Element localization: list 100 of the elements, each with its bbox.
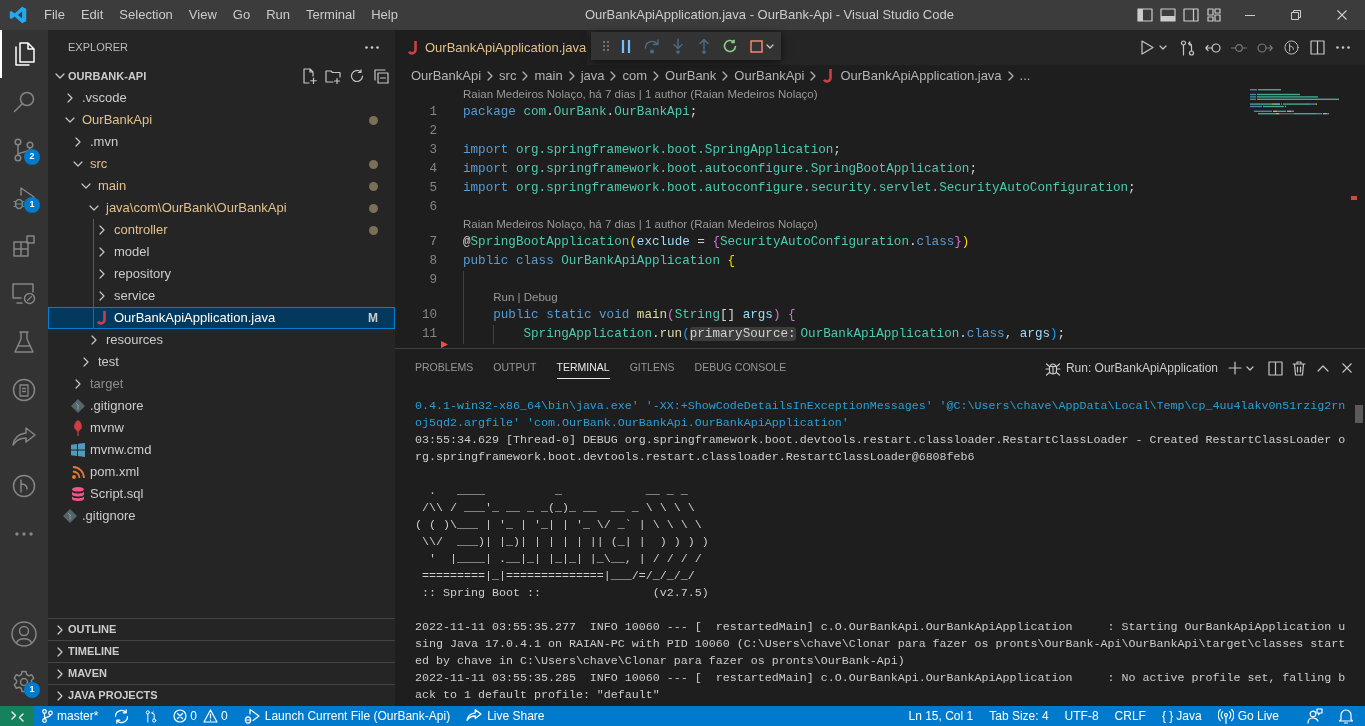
section-header[interactable]: MAVEN [48,662,395,684]
warning-icon[interactable] [203,709,219,723]
more-icon[interactable] [365,46,379,49]
folder-item[interactable]: .vscode [48,87,395,109]
drag-handle-icon[interactable] [603,41,609,51]
sync-icon[interactable] [114,708,130,724]
menu-item[interactable]: Go [224,0,259,30]
tree-item[interactable]: OurBankApiApplication.java M [48,307,395,329]
plus-icon[interactable] [1228,361,1242,375]
breadcrumb-item[interactable]: src [499,66,517,86]
pause-icon[interactable] [621,39,631,53]
breadcrumb-item[interactable]: OurBankApiApplication.java [822,66,1002,86]
live-share-button[interactable]: Live Share [458,706,553,726]
section-header[interactable]: OUTLINE [48,618,395,640]
breadcrumb-item[interactable]: OurBankApi [411,66,482,86]
secondary-sidebar-icon[interactable] [1182,8,1199,22]
minimize-icon[interactable] [1245,14,1255,16]
status-item[interactable]: Ln 15, Col 1 [900,706,982,726]
scrollbar-thumb[interactable] [1355,405,1363,423]
language-mode[interactable]: { } Java [1153,706,1210,726]
split-editor-icon[interactable] [1309,40,1325,55]
split-terminal-icon[interactable] [1267,360,1283,376]
stop-icon[interactable] [749,39,763,53]
editor-tab[interactable]: OurBankApiApplication.java [395,30,588,65]
new-file-icon[interactable] [301,68,317,84]
status-item[interactable]: UTF-8 [1056,706,1107,726]
section-header[interactable]: TIMELINE [48,640,395,662]
menu-item[interactable]: Edit [72,0,112,30]
breadcrumb-item[interactable]: ... [1019,66,1031,86]
caret-down-icon[interactable] [1246,365,1254,371]
menu-item[interactable]: Selection [111,0,181,30]
menu-item[interactable]: Help [363,0,406,30]
breadcrumb-item[interactable]: java [580,66,605,86]
restore-icon[interactable] [1291,10,1301,20]
terminal-selector[interactable]: Run: OurBankApiApplication [1044,359,1218,377]
tree-item[interactable]: pom.xml [48,461,395,483]
go-live-button[interactable]: Go Live [1209,706,1287,726]
collapse-all-icon[interactable] [373,68,389,84]
close-icon[interactable] [1342,363,1352,373]
primary-sidebar-icon[interactable] [1136,8,1153,22]
folder-item[interactable]: main [48,175,395,197]
branch-indicator[interactable]: master* [34,706,107,726]
folder-item[interactable]: OurBankApi [48,109,395,131]
breadcrumb-item[interactable]: main [534,66,563,86]
tree-item[interactable]: Script.sql [48,483,395,505]
tree-item[interactable]: mvnw.cmd [48,439,395,461]
caret-down-icon[interactable] [1159,45,1167,50]
error-icon[interactable] [173,709,188,723]
refresh-icon[interactable] [350,69,364,83]
folder-item[interactable]: target [48,373,395,395]
git-compare-icon[interactable] [1179,39,1195,56]
status-item[interactable]: CRLF [1106,706,1154,726]
folder-item[interactable]: src [48,153,395,175]
tree-item[interactable]: .gitignore [48,395,395,417]
codelens[interactable]: Raian Medeiros Nolaço, há 7 dias | 1 author (Raian Medeiros Nolaço) [463,87,818,104]
chevron-up-icon[interactable] [1317,364,1329,372]
restart-icon[interactable] [723,39,737,53]
more-icon[interactable] [1336,46,1350,49]
feedback-icon[interactable] [1307,708,1323,724]
play-icon[interactable] [1140,40,1154,55]
arrow-circle-left-icon[interactable] [1205,42,1221,53]
trash-icon[interactable] [1292,360,1306,376]
status-item[interactable]: Tab Size: 4 [981,706,1057,726]
menu-item[interactable]: Run [258,0,298,30]
folder-item[interactable]: java\com\OurBank\OurBankApi [48,197,395,219]
tree-item[interactable]: .gitignore [48,505,395,527]
panel-tab[interactable]: DEBUG CONSOLE [684,349,797,387]
source-control-button[interactable]: 2 [0,126,48,174]
folder-section-header[interactable]: OURBANK-API [48,65,147,87]
new-folder-icon[interactable] [325,68,341,84]
bell-icon[interactable] [1339,708,1353,724]
menu-item[interactable]: View [180,0,225,30]
folder-item[interactable]: .mvn [48,131,395,153]
codelens[interactable]: Run | Debug [493,289,558,307]
launch-config-button[interactable]: Launch Current File (OurBank-Api) [235,706,459,726]
menu-item[interactable]: File [36,0,73,30]
close-icon[interactable] [1337,10,1347,20]
breadcrumb-item[interactable]: com [622,66,648,86]
folder-item[interactable]: service [48,285,395,307]
folder-item[interactable]: controller [48,219,395,241]
breadcrumb-item[interactable]: OurBankApi [734,66,805,86]
tree-item[interactable]: mvnw [48,417,395,439]
folder-item[interactable]: test [48,351,395,373]
layout-icon[interactable] [1206,8,1221,22]
panel-tab[interactable]: TERMINAL [546,349,620,387]
run-debug-button[interactable]: 1 [0,174,48,222]
remote-button[interactable] [0,706,34,726]
branch-circle-icon[interactable] [1283,40,1299,55]
manage-button[interactable]: 1 [0,658,48,706]
panel-icon[interactable] [1159,8,1176,22]
panel-tab[interactable]: PROBLEMS [405,349,484,387]
folder-item[interactable]: resources [48,329,395,351]
panel-tab[interactable]: GITLENS [619,349,685,387]
menu-item[interactable]: Terminal [298,0,364,30]
folder-item[interactable]: repository [48,263,395,285]
panel-tab[interactable]: OUTPUT [483,349,547,387]
breadcrumb-item[interactable]: OurBank [665,66,717,86]
caret-down-icon[interactable] [766,43,774,49]
folder-item[interactable]: model [48,241,395,263]
codelens[interactable]: Raian Medeiros Nolaço, há 7 dias | 1 author (Raian Medeiros Nolaço) [463,216,818,234]
